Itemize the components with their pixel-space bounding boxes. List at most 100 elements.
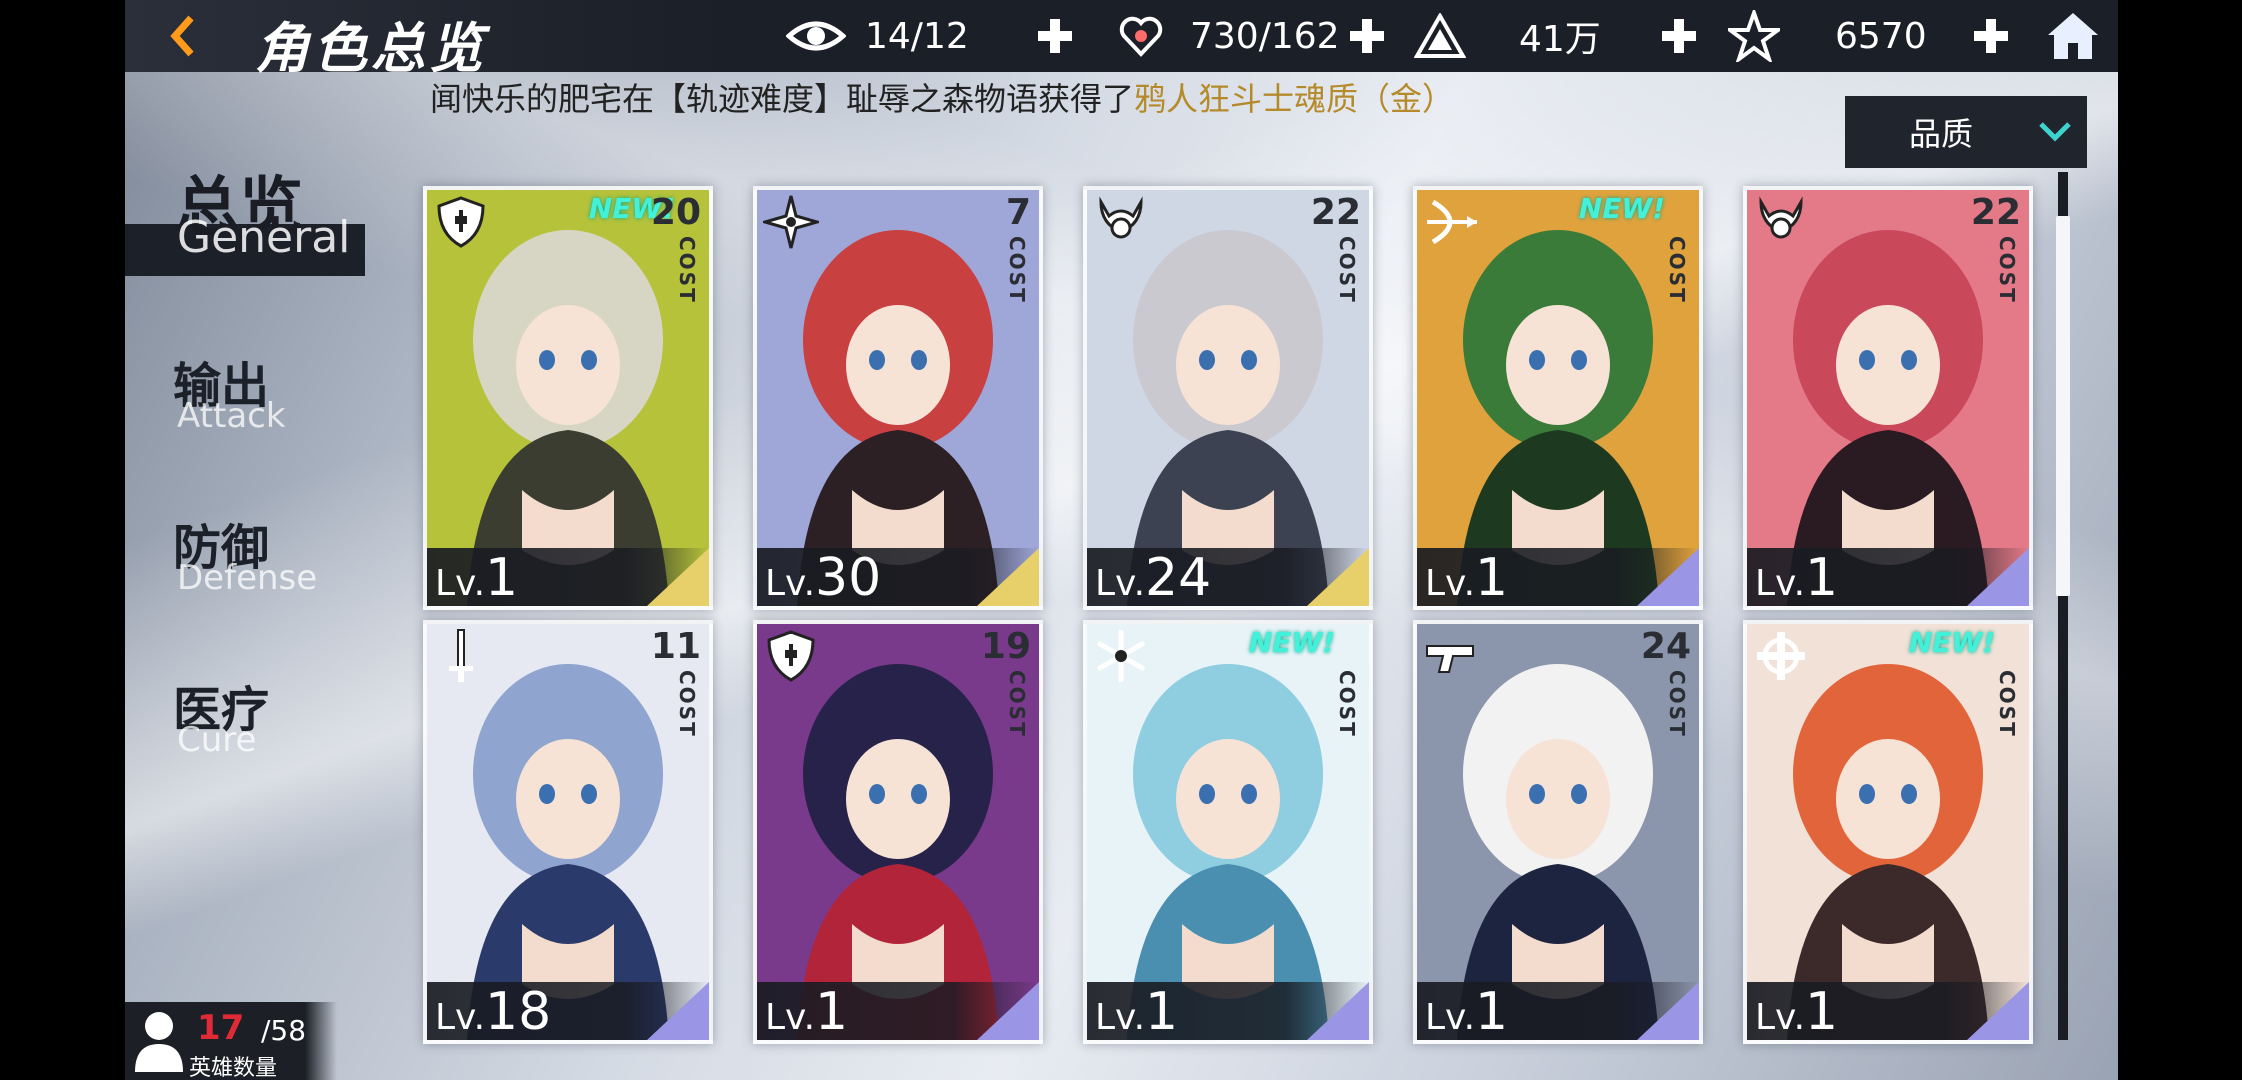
cost-value: 19 xyxy=(980,626,1031,667)
add-stamina-button[interactable] xyxy=(1343,12,1391,60)
character-card[interactable]: 22 COST Lv. 1 xyxy=(1743,186,2033,610)
tab-general-sublabel: General xyxy=(177,212,351,263)
character-card[interactable]: 22 COST Lv. 24 xyxy=(1083,186,1373,610)
cost-label: COST xyxy=(1335,670,1359,738)
character-portrait xyxy=(1417,624,1699,1040)
cost-badge: 22 COST xyxy=(1310,190,1361,304)
rarity-corner xyxy=(1967,982,2029,1040)
hero-count-max: /58 xyxy=(261,1014,307,1047)
class-cross-icon xyxy=(1757,632,1805,680)
class-shuriken-icon xyxy=(763,195,819,249)
heart-icon xyxy=(1110,8,1172,64)
level-prefix: Lv. xyxy=(1755,563,1806,604)
hero-count-label: 英雄数量 xyxy=(189,1056,278,1080)
level-value: 30 xyxy=(815,548,882,608)
level-prefix: Lv. xyxy=(1755,997,1806,1038)
cost-value: 7 xyxy=(1005,192,1031,233)
level-value: 1 xyxy=(485,548,519,608)
tab-general[interactable]: 总览 General xyxy=(125,156,375,286)
hero-count-current: 17 xyxy=(197,1008,245,1048)
character-card[interactable]: 24 COST Lv. 1 xyxy=(1413,620,1703,1044)
cost-label: COST xyxy=(1335,236,1359,304)
character-portrait xyxy=(427,190,709,606)
tab-attack[interactable]: 输出 Attack xyxy=(125,346,375,446)
cost-badge: 11 COST xyxy=(650,624,701,738)
top-bar: 角色总览 14/12 730/162 41万 6570 xyxy=(125,0,2118,80)
level-prefix: Lv. xyxy=(1095,997,1146,1038)
sort-label: 品质 xyxy=(1909,115,1974,153)
cost-value: 22 xyxy=(1310,192,1361,233)
character-card[interactable]: NEW! COST Lv. 1 xyxy=(1413,186,1703,610)
class-horns-icon xyxy=(1099,196,1143,239)
character-portrait xyxy=(757,190,1039,606)
resource-crystal: 6570 xyxy=(1723,8,1927,64)
level-prefix: Lv. xyxy=(765,997,816,1038)
character-card[interactable]: 19 COST Lv. 1 xyxy=(753,620,1043,1044)
resource-vision-value: 14/12 xyxy=(865,15,969,57)
level-prefix: Lv. xyxy=(1425,997,1476,1038)
tab-cure[interactable]: 医疗 Cure xyxy=(125,670,375,770)
character-portrait xyxy=(1747,190,2029,606)
character-card[interactable]: NEW! COST Lv. 1 xyxy=(1083,620,1373,1044)
cost-label: COST xyxy=(1995,236,2019,304)
home-icon xyxy=(2048,13,2098,59)
add-gold-button[interactable] xyxy=(1655,12,1703,60)
level-value: 18 xyxy=(485,982,552,1042)
home-button[interactable] xyxy=(2043,6,2103,66)
character-portrait xyxy=(427,624,709,1040)
character-portrait xyxy=(1417,190,1699,606)
game-screen: 角色总览 14/12 730/162 41万 6570 闻快乐的肥宅在【轨迹难度… xyxy=(125,0,2118,1080)
cost-value: 11 xyxy=(650,626,701,667)
tab-defense[interactable]: 防御 Defense xyxy=(125,508,375,608)
rarity-corner xyxy=(647,982,709,1040)
rarity-corner xyxy=(1637,548,1699,606)
new-badge: NEW! xyxy=(1248,626,1335,659)
character-card[interactable]: 7 COST Lv. 30 xyxy=(753,186,1043,610)
add-crystal-button[interactable] xyxy=(1967,12,2015,60)
level-display: Lv. 1 xyxy=(1755,984,1838,1040)
class-snowflake-icon xyxy=(1096,630,1146,682)
character-card[interactable]: NEW! COST Lv. 1 xyxy=(1743,620,2033,1044)
level-value: 1 xyxy=(1475,548,1509,608)
cost-badge: 24 COST xyxy=(1640,624,1691,738)
resource-crystal-value: 6570 xyxy=(1835,15,1927,57)
level-prefix: Lv. xyxy=(435,563,486,604)
rarity-corner xyxy=(1307,982,1369,1040)
cost-badge: 20 COST xyxy=(650,190,701,304)
back-button[interactable] xyxy=(153,6,213,66)
resource-stamina-value: 730/162 xyxy=(1190,15,1340,57)
broadcast-message: 闻快乐的肥宅在【轨迹难度】耻辱之森物语获得了鸦人狂斗士魂质（金） xyxy=(430,74,1454,120)
tab-defense-sublabel: Defense xyxy=(177,558,318,598)
level-value: 1 xyxy=(1805,548,1839,608)
cost-value: 20 xyxy=(650,192,701,233)
scrollbar-thumb[interactable] xyxy=(2056,216,2070,596)
level-display: Lv. 30 xyxy=(765,550,881,606)
cost-label: COST xyxy=(675,236,699,304)
cost-badge: 7 COST xyxy=(1005,190,1031,304)
resource-stamina: 730/162 xyxy=(1110,8,1340,64)
add-vision-button[interactable] xyxy=(1031,12,1079,60)
level-display: Lv. 1 xyxy=(1425,984,1508,1040)
cost-label: COST xyxy=(1005,670,1029,738)
new-badge: NEW! xyxy=(1908,626,1995,659)
level-prefix: Lv. xyxy=(1425,563,1476,604)
character-card[interactable]: 11 COST Lv. 18 xyxy=(423,620,713,1044)
character-card[interactable]: NEW! 20 COST Lv. 1 xyxy=(423,186,713,610)
level-display: Lv. 24 xyxy=(1095,550,1211,606)
page-title: 角色总览 xyxy=(255,16,487,80)
rarity-corner xyxy=(647,548,709,606)
level-display: Lv. 1 xyxy=(435,550,518,606)
hero-count-panel: 17 /58 英雄数量 xyxy=(125,1002,337,1080)
class-bow-icon xyxy=(1427,199,1477,245)
cost-value: 22 xyxy=(1970,192,2021,233)
sort-dropdown[interactable]: 品质 xyxy=(1845,96,2087,168)
back-arrow-icon xyxy=(170,15,194,57)
level-display: Lv. 1 xyxy=(1095,984,1178,1040)
level-display: Lv. 1 xyxy=(1755,550,1838,606)
tab-attack-sublabel: Attack xyxy=(177,396,286,436)
cost-value: 24 xyxy=(1640,626,1691,667)
cost-badge: 22 COST xyxy=(1970,190,2021,304)
level-value: 1 xyxy=(1805,982,1839,1042)
eye-icon xyxy=(785,8,847,64)
cost-badge: 19 COST xyxy=(980,624,1031,738)
